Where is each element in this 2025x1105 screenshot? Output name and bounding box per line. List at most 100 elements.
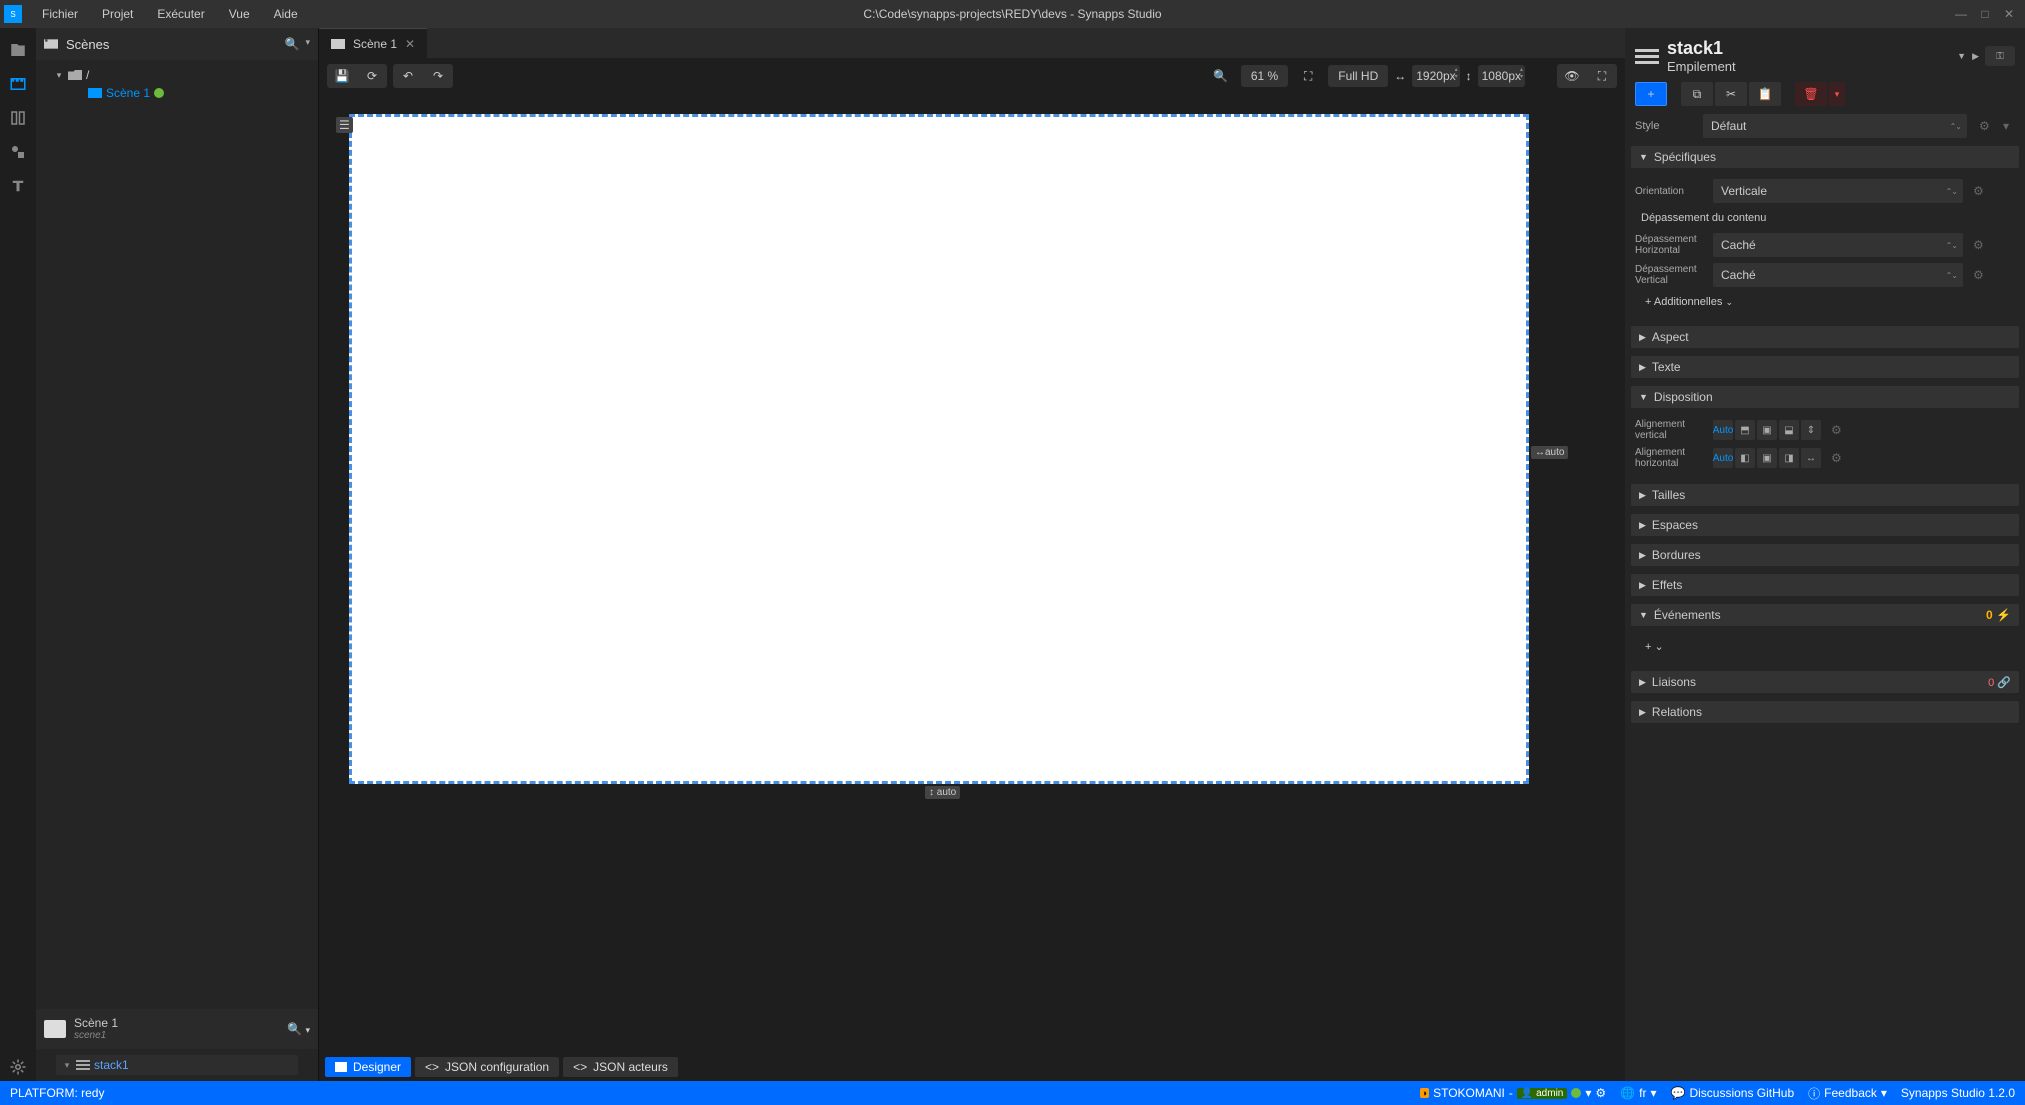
menu-project[interactable]: Projet xyxy=(90,3,145,25)
close-window-button[interactable]: ✕ xyxy=(1997,5,2021,23)
section-bordures[interactable]: ▶Bordures xyxy=(1631,544,2019,566)
tab-designer[interactable]: Designer xyxy=(325,1057,411,1077)
section-disposition[interactable]: ▼Disposition xyxy=(1631,386,2019,408)
tree-root[interactable]: ▾ / xyxy=(40,66,314,84)
tab-json-actors[interactable]: <> JSON acteurs xyxy=(563,1057,678,1077)
zoom-out-icon[interactable]: 🔍 xyxy=(1207,65,1235,87)
chevron-right-icon[interactable]: ▶ xyxy=(1972,51,1979,62)
status-lang[interactable]: 🌐 fr ▾ xyxy=(1620,1086,1656,1100)
visibility-button[interactable]: 👁 xyxy=(1558,65,1586,87)
refresh-button[interactable]: ⟳ xyxy=(358,65,386,87)
overflow-v-select[interactable]: Caché xyxy=(1713,263,1963,287)
halign-auto[interactable]: Auto xyxy=(1713,448,1733,468)
valign-auto[interactable]: Auto xyxy=(1713,420,1733,440)
menu-file[interactable]: Fichier xyxy=(30,3,90,25)
stack1-label: stack1 xyxy=(94,1058,129,1072)
menu-view[interactable]: Vue xyxy=(217,3,262,25)
chevron-down-icon[interactable]: ▼ xyxy=(1957,51,1966,61)
section-specifiques[interactable]: ▼Spécifiques xyxy=(1631,146,2019,168)
folder-icon xyxy=(68,70,82,80)
tab-close-button[interactable]: ✕ xyxy=(405,37,415,51)
delete-button[interactable]: 🗑 xyxy=(1795,82,1827,106)
gear-icon[interactable]: ⚙ xyxy=(1831,451,1843,465)
search-icon[interactable]: 🔍 xyxy=(285,37,300,51)
zoom-value[interactable]: 61 % xyxy=(1241,65,1288,87)
maximize-button[interactable]: □ xyxy=(1973,5,1997,23)
gear-icon[interactable]: ⚙ xyxy=(1973,268,1985,282)
fit-button[interactable]: ⛶ xyxy=(1294,65,1322,87)
gear-icon[interactable]: ⚙ xyxy=(1595,1086,1606,1100)
copy-button[interactable]: ⧉ xyxy=(1681,82,1713,106)
redo-button[interactable]: ↷ xyxy=(424,65,452,87)
gear-icon[interactable]: ⚙ xyxy=(1831,423,1843,437)
tree-scene-1[interactable]: Scène 1 xyxy=(40,84,314,102)
canvas-viewport[interactable]: ☰ ↔auto ↕ auto xyxy=(319,94,1625,1053)
halign-right[interactable]: ◨ xyxy=(1779,448,1799,468)
activity-shapes[interactable] xyxy=(4,138,32,166)
activity-settings[interactable] xyxy=(4,1053,32,1081)
halign-center[interactable]: ▣ xyxy=(1757,448,1777,468)
search-icon[interactable]: 🔍 xyxy=(287,1022,302,1036)
cut-button[interactable]: ✂ xyxy=(1715,82,1747,106)
status-feedback[interactable]: ⓘ Feedback ▾ xyxy=(1808,1085,1887,1102)
style-select[interactable]: Défaut xyxy=(1703,114,1967,138)
menu-run[interactable]: Exécuter xyxy=(145,3,216,25)
valign-middle[interactable]: ▣ xyxy=(1757,420,1777,440)
additional-toggle[interactable]: + Additionnelles ⌄ xyxy=(1631,290,2019,314)
activity-library[interactable] xyxy=(4,104,32,132)
chevron-down-icon[interactable]: ▾ xyxy=(305,37,310,51)
undo-button[interactable]: ↶ xyxy=(394,65,422,87)
caret-icon[interactable]: ▾ xyxy=(54,70,64,81)
add-event-button[interactable]: + ⌄ xyxy=(1631,634,2019,659)
section-tailles[interactable]: ▶Tailles xyxy=(1631,484,2019,506)
gear-icon[interactable]: ⚙ xyxy=(1973,238,1985,252)
delete-menu-button[interactable]: ▾ xyxy=(1829,82,1845,106)
status-org[interactable]: ◑ STOKOMANI - 👤 admin ▾ ⚙ xyxy=(1420,1086,1607,1100)
status-discussions[interactable]: 💬 Discussions GitHub xyxy=(1671,1086,1795,1100)
height-field[interactable]: 1080px▴▾ xyxy=(1478,65,1525,87)
activity-files[interactable] xyxy=(4,36,32,64)
caret-icon[interactable]: ▾ xyxy=(62,1060,72,1071)
width-arrows-icon: ↔ xyxy=(1394,69,1406,83)
minimize-button[interactable]: — xyxy=(1949,5,1973,23)
section-aspect[interactable]: ▶Aspect xyxy=(1631,326,2019,348)
section-texte[interactable]: ▶Texte xyxy=(1631,356,2019,378)
scene-icon xyxy=(44,37,58,51)
hamburger-indicator[interactable]: ☰ xyxy=(336,117,353,133)
halign-stretch[interactable]: ↔ xyxy=(1801,448,1821,468)
save-button[interactable]: 💾 xyxy=(328,65,356,87)
valign-top[interactable]: ⬒ xyxy=(1735,420,1755,440)
more-icon[interactable]: ▾ xyxy=(2003,119,2015,133)
overflow-h-select[interactable]: Caché xyxy=(1713,233,1963,257)
stack-icon xyxy=(76,1060,90,1070)
gear-icon[interactable]: ⚙ xyxy=(1973,184,1985,198)
height-auto-label: ↕ auto xyxy=(925,786,960,799)
section-espaces[interactable]: ▶Espaces xyxy=(1631,514,2019,536)
add-button[interactable]: + xyxy=(1635,82,1667,106)
section-effets[interactable]: ▶Effets xyxy=(1631,574,2019,596)
section-evenements[interactable]: ▼Événements0 ⚡ xyxy=(1631,604,2019,626)
tab-json-config[interactable]: <> JSON configuration xyxy=(415,1057,559,1077)
halign-left[interactable]: ◧ xyxy=(1735,448,1755,468)
tab-scene-1[interactable]: Scène 1 ✕ xyxy=(319,28,427,58)
gear-icon[interactable]: ⚙ xyxy=(1979,119,1991,133)
actor-stack1[interactable]: ▾ stack1 xyxy=(56,1055,298,1075)
fullscreen-button[interactable]: ⛶ xyxy=(1588,65,1616,87)
activity-scenes[interactable] xyxy=(4,70,32,98)
section-liaisons[interactable]: ▶Liaisons0 🔗 xyxy=(1631,671,2019,693)
valign-stretch[interactable]: ⇕ xyxy=(1801,420,1821,440)
activity-text[interactable] xyxy=(4,172,32,200)
preset-select[interactable]: Full HD xyxy=(1328,65,1388,87)
scene-preview-icon xyxy=(44,1020,66,1038)
paste-button[interactable]: 📋 xyxy=(1749,82,1781,106)
width-field[interactable]: 1920px▴▾ xyxy=(1412,65,1459,87)
scene-canvas[interactable]: ☰ xyxy=(349,114,1529,784)
section-relations[interactable]: ▶Relations xyxy=(1631,701,2019,723)
chevron-down-icon[interactable]: ▾ xyxy=(305,1025,310,1035)
valign-bottom[interactable]: ⬓ xyxy=(1779,420,1799,440)
section-disposition-body: Alignement vertical Auto ⬒ ▣ ⬓ ⇕ ⚙ Align… xyxy=(1625,412,2025,480)
left-panel: Scènes 🔍 ▾ ▾ / Scène 1 Scène 1 sce xyxy=(36,28,319,1081)
key-button[interactable]: ⚿ xyxy=(1985,46,2015,66)
menu-help[interactable]: Aide xyxy=(262,3,310,25)
orientation-select[interactable]: Verticale xyxy=(1713,179,1963,203)
